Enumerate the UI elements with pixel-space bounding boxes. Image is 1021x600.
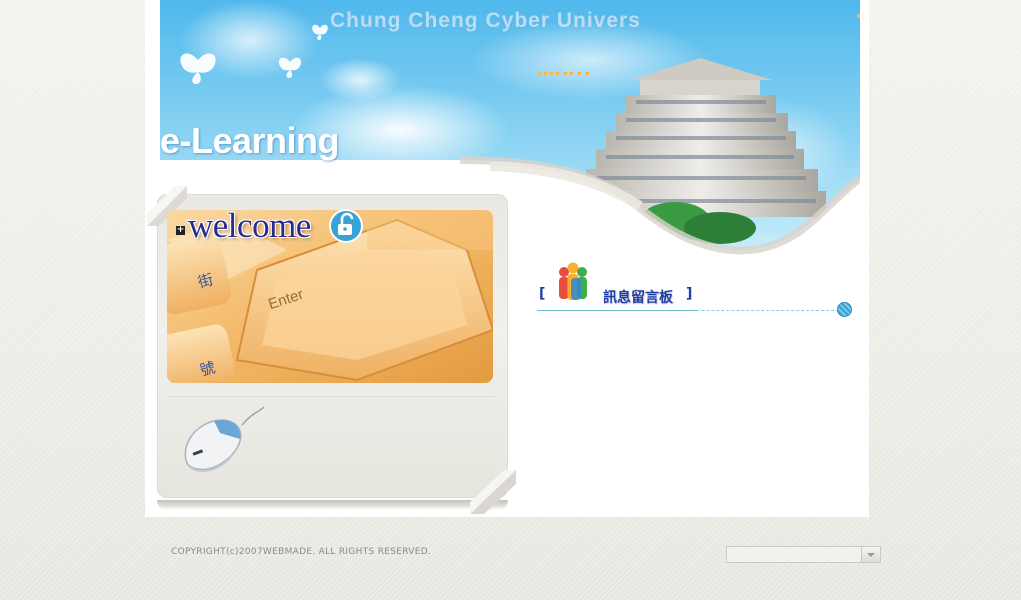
welcome-heading: welcome: [188, 206, 311, 245]
board-bracket-left: [: [539, 286, 546, 302]
plus-mark-icon: +: [176, 225, 185, 235]
board-underline: [537, 310, 697, 311]
people-group-icon: [559, 262, 587, 300]
banner-elearning-title: e-Learning: [160, 120, 340, 161]
message-board-title[interactable]: 訊息留言板: [603, 287, 673, 307]
copyright-text: COPYRIGHT(c)2007WEBMADE. ALL RIGHTS RESE…: [171, 547, 432, 557]
chevron-down-icon[interactable]: [861, 547, 880, 562]
panel-corner-fold-bottom-right: [470, 470, 516, 514]
computer-mouse-icon: [184, 406, 265, 472]
unlock-icon[interactable]: [329, 209, 365, 243]
banner-university-title: Chung Cheng Cyber Univers: [330, 9, 641, 32]
board-bracket-right: ]: [686, 286, 693, 302]
board-dot-icon: [837, 302, 852, 317]
welcome-panel-shadow: [157, 500, 508, 510]
panel-divider: [170, 396, 494, 397]
footer-dropdown[interactable]: [726, 546, 881, 563]
